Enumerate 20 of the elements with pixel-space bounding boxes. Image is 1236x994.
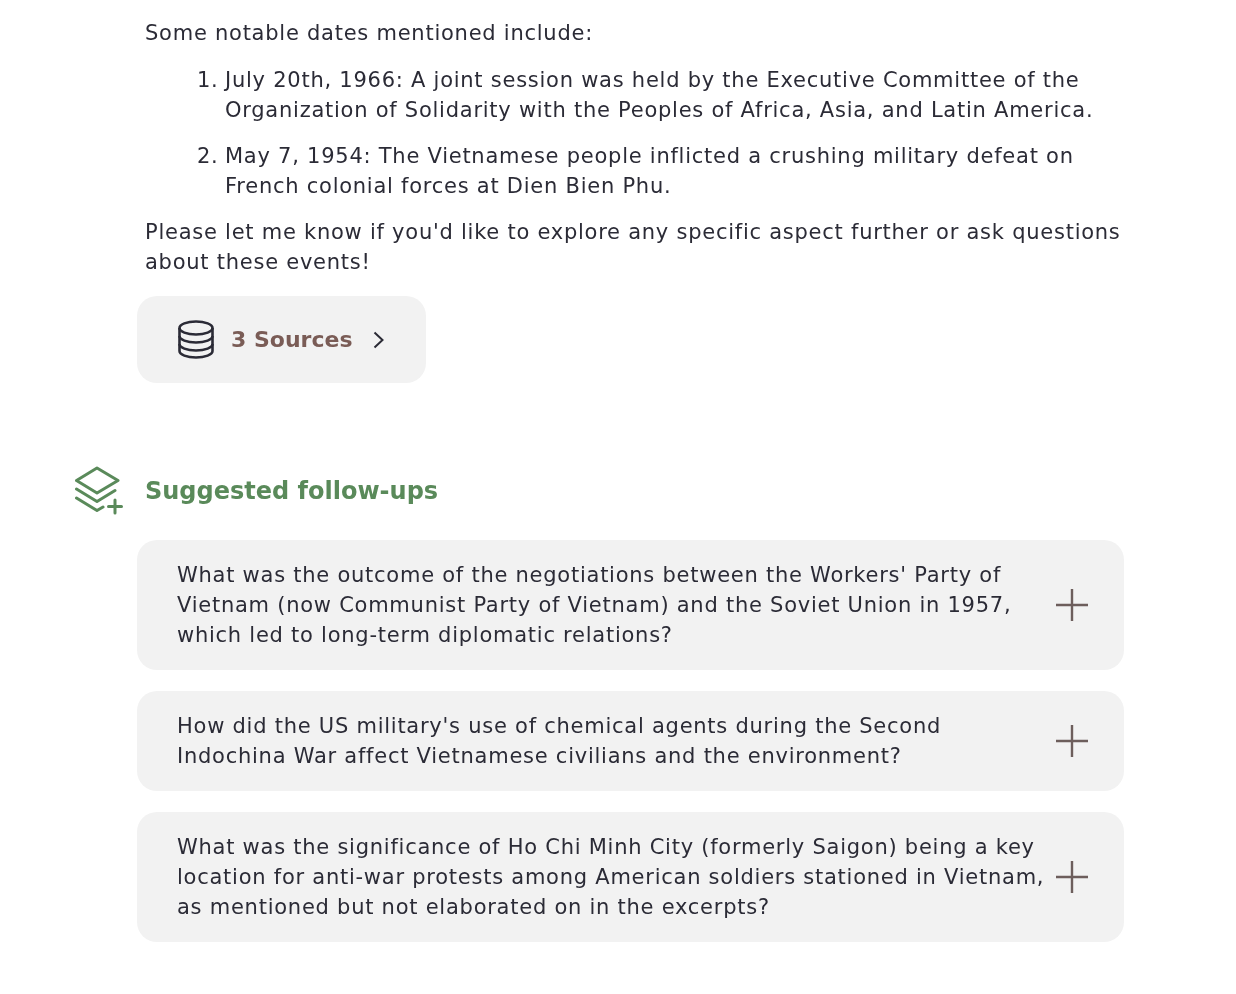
follow-up-question[interactable]: What was the outcome of the negotiations between the Workers' Party of Vietnam (now Communist Party of Vietnam) and the Soviet Union in 1957, which led to long-term diplomatic relations? [137, 540, 1124, 670]
sources-button[interactable]: 3 Sources [137, 296, 426, 383]
list-item-text: July 20th, 1966: A joint session was held by the Executive Committee of the Organization of Solidarity with the Peoples of Africa, Asia, and Latin America. [225, 67, 1095, 124]
section-title: Suggested follow-ups [145, 476, 439, 506]
question-text: How did the US military's use of chemical agents during the Second Indochina War affect Vietnamese civilians and the environment? [177, 713, 943, 770]
follow-up-question[interactable] [137, 812, 1124, 942]
question-text: What was the outcome of the negotiations between the Workers' Party of Vietnam (now Communist Party of Vietnam) and the Soviet Union in 1957, which led to long-term diplomatic relations? [177, 562, 1013, 649]
plus-icon[interactable] [1056, 725, 1088, 757]
chevron-right-icon [372, 330, 384, 349]
follow-up-question[interactable]: How did the US military's use of chemical agents during the Second Indochina War affect Vietnamese civilians and the environment? [137, 691, 1124, 791]
list-number: 2. [197, 143, 220, 170]
list-number: 1. [197, 67, 220, 94]
intro-text: Some notable dates mentioned include: [145, 20, 594, 47]
plus-icon[interactable] [1056, 861, 1088, 893]
layers-plus-icon [75, 466, 123, 516]
question-text: What was the significance of Ho Chi Minh City (formerly Saigon) being a key location for anti-war protests among American soldiers stationed in Vietnam, as mentioned but not elaborated on in the excerpts? [177, 834, 1046, 921]
plus-icon[interactable] [1056, 589, 1088, 621]
list-item-text: May 7, 1954: The Vietnamese people inflicted a crushing military defeat on French colonial forces at Dien Bien Phu. [225, 143, 1075, 200]
database-icon [178, 320, 214, 359]
closing-text: Please let me know if you'd like to explore any specific aspect further or ask questions about these events! [145, 219, 1122, 276]
